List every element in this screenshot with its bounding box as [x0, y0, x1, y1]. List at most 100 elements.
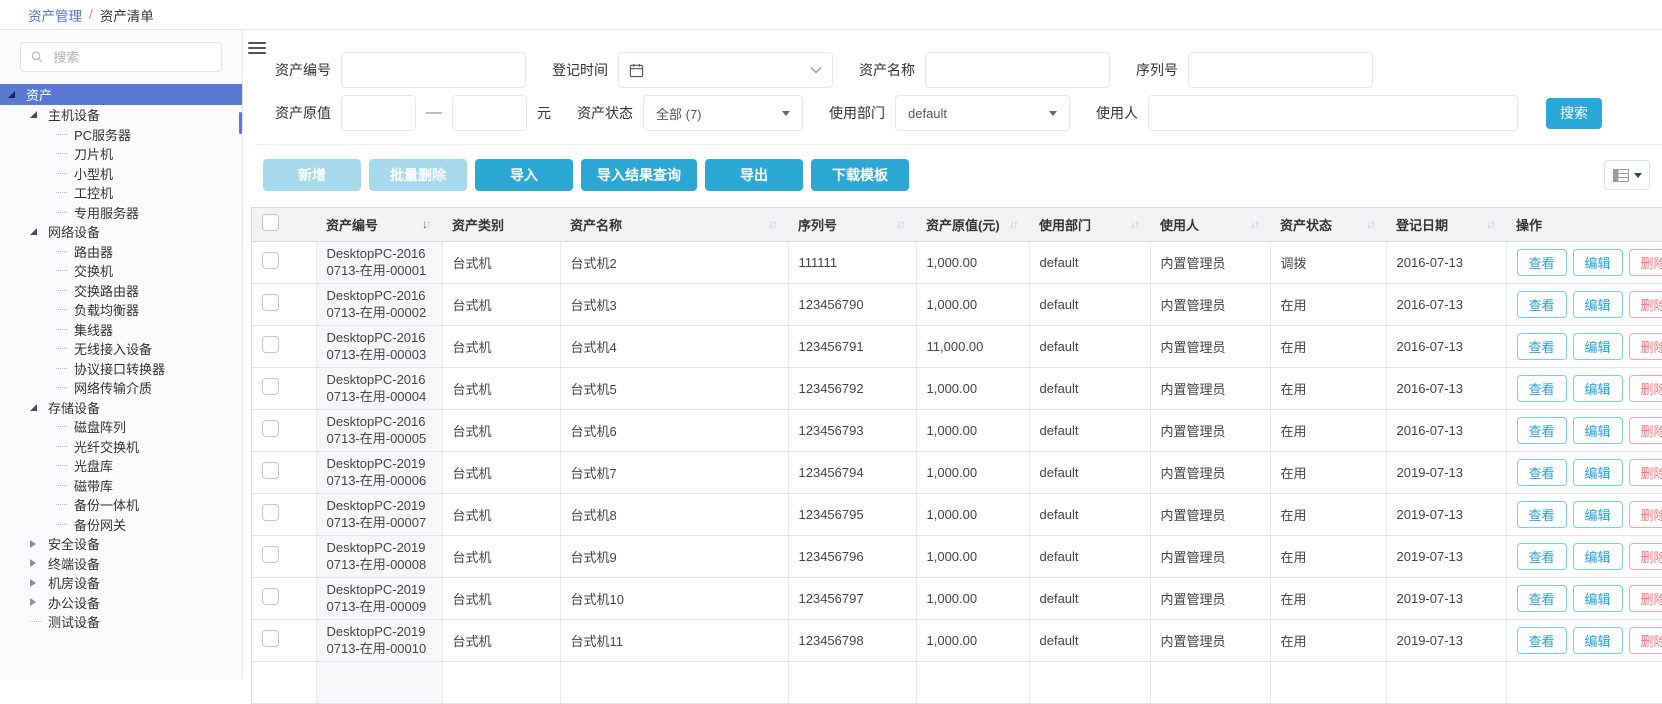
edit-button[interactable]: 编辑	[1573, 249, 1623, 276]
tree-item[interactable]: 工控机	[0, 183, 242, 203]
breadcrumb-section[interactable]: 资产管理	[28, 5, 82, 25]
sidebar-toggle-button[interactable]	[248, 39, 266, 57]
view-button[interactable]: 查看	[1517, 627, 1567, 654]
tree-item[interactable]: 终端设备	[0, 554, 242, 574]
sidebar-scrollbar-thumb[interactable]	[239, 112, 242, 134]
view-button[interactable]: 查看	[1517, 543, 1567, 570]
sidebar-search-input[interactable]	[51, 49, 211, 66]
collapse-icon[interactable]	[8, 91, 21, 98]
department-select[interactable]: default	[895, 95, 1070, 131]
view-button[interactable]: 查看	[1517, 333, 1567, 360]
tree-item[interactable]: 路由器	[0, 242, 242, 262]
column-header[interactable]: 资产名称↓↑	[560, 208, 788, 241]
tree-item[interactable]: 无线接入设备	[0, 339, 242, 359]
column-header[interactable]: 资产状态↓↑	[1270, 208, 1386, 241]
del-button[interactable]: 删除	[1629, 333, 1662, 360]
view-button[interactable]: 查看	[1517, 459, 1567, 486]
asset-name-input[interactable]	[925, 52, 1110, 88]
del-button[interactable]: 删除	[1629, 249, 1662, 276]
tree-item-selected[interactable]: 资产	[0, 84, 242, 105]
row-checkbox[interactable]	[262, 252, 279, 269]
view-button[interactable]: 查看	[1517, 585, 1567, 612]
edit-button[interactable]: 编辑	[1573, 627, 1623, 654]
tree-item[interactable]: 交换路由器	[0, 281, 242, 301]
edit-button[interactable]: 编辑	[1573, 459, 1623, 486]
tree-item[interactable]: 磁带库	[0, 476, 242, 496]
edit-button[interactable]: 编辑	[1573, 501, 1623, 528]
tree-item[interactable]: 备份一体机	[0, 495, 242, 515]
del-button[interactable]: 删除	[1629, 543, 1662, 570]
row-checkbox[interactable]	[262, 504, 279, 521]
toolbar-button[interactable]: 批量删除	[369, 159, 467, 191]
column-header[interactable]: 登记日期↓↑	[1386, 208, 1506, 241]
row-checkbox[interactable]	[262, 546, 279, 563]
serial-no-input[interactable]	[1188, 52, 1373, 88]
tree-item[interactable]: 光纤交换机	[0, 437, 242, 457]
column-header[interactable]: 资产编号↓↑	[316, 208, 442, 241]
del-button[interactable]: 删除	[1629, 375, 1662, 402]
tree-item[interactable]: 光盘库	[0, 456, 242, 476]
edit-button[interactable]: 编辑	[1573, 585, 1623, 612]
del-button[interactable]: 删除	[1629, 501, 1662, 528]
toolbar-button[interactable]: 导出	[705, 159, 803, 191]
asset-no-input[interactable]	[341, 52, 526, 88]
row-checkbox[interactable]	[262, 588, 279, 605]
column-visibility-button[interactable]	[1604, 160, 1650, 190]
asset-status-select[interactable]: 全部 (7)	[643, 95, 803, 131]
expand-icon[interactable]	[30, 540, 43, 548]
tree-item[interactable]: 网络设备	[0, 222, 242, 242]
tree-item[interactable]: 安全设备	[0, 534, 242, 554]
edit-button[interactable]: 编辑	[1573, 543, 1623, 570]
user-input[interactable]	[1148, 95, 1518, 131]
asset-value-to-input[interactable]	[452, 95, 527, 131]
tree-item[interactable]: 网络传输介质	[0, 378, 242, 398]
column-header[interactable]: 使用人↓↑	[1150, 208, 1270, 241]
del-button[interactable]: 删除	[1629, 459, 1662, 486]
tree-item[interactable]: 办公设备	[0, 593, 242, 613]
tree-item[interactable]: PC服务器	[0, 125, 242, 145]
asset-value-from-input[interactable]	[341, 95, 416, 131]
tree-item[interactable]: 专用服务器	[0, 203, 242, 223]
tree-item[interactable]: 负载均衡器	[0, 300, 242, 320]
tree-item[interactable]: 存储设备	[0, 398, 242, 418]
del-button[interactable]: 删除	[1629, 291, 1662, 318]
tree-item[interactable]: 小型机	[0, 164, 242, 184]
collapse-icon[interactable]	[30, 404, 43, 411]
expand-icon[interactable]	[30, 559, 43, 567]
del-button[interactable]: 删除	[1629, 585, 1662, 612]
tree-item[interactable]: 主机设备	[0, 105, 242, 125]
tree-item[interactable]: 磁盘阵列	[0, 417, 242, 437]
view-button[interactable]: 查看	[1517, 249, 1567, 276]
select-all-checkbox[interactable]	[262, 214, 279, 231]
tree-item[interactable]: 备份网关	[0, 515, 242, 535]
toolbar-button[interactable]: 导入结果查询	[581, 159, 697, 191]
expand-icon[interactable]	[30, 579, 43, 587]
row-checkbox[interactable]	[262, 420, 279, 437]
expand-icon[interactable]	[30, 598, 43, 606]
row-checkbox[interactable]	[262, 336, 279, 353]
view-button[interactable]: 查看	[1517, 375, 1567, 402]
toolbar-button[interactable]: 下载模板	[811, 159, 909, 191]
tree-item[interactable]: 测试设备	[0, 612, 242, 632]
row-checkbox[interactable]	[262, 294, 279, 311]
tree-item[interactable]: 交换机	[0, 261, 242, 281]
search-button[interactable]: 搜索	[1546, 98, 1602, 129]
del-button[interactable]: 删除	[1629, 417, 1662, 444]
row-checkbox[interactable]	[262, 630, 279, 647]
register-time-picker[interactable]	[618, 52, 833, 88]
row-checkbox[interactable]	[262, 462, 279, 479]
column-header[interactable]: 资产原值(元)↓↑	[916, 208, 1029, 241]
del-button[interactable]: 删除	[1629, 627, 1662, 654]
column-header[interactable]: 序列号↓↑	[788, 208, 916, 241]
tree-item[interactable]: 刀片机	[0, 144, 242, 164]
tree-item[interactable]: 协议接口转换器	[0, 359, 242, 379]
column-header[interactable]: 使用部门↓↑	[1029, 208, 1150, 241]
edit-button[interactable]: 编辑	[1573, 417, 1623, 444]
row-checkbox[interactable]	[262, 378, 279, 395]
toolbar-button[interactable]: 导入	[475, 159, 573, 191]
view-button[interactable]: 查看	[1517, 501, 1567, 528]
collapse-icon[interactable]	[30, 228, 43, 235]
edit-button[interactable]: 编辑	[1573, 333, 1623, 360]
toolbar-button[interactable]: 新增	[263, 159, 361, 191]
tree-item[interactable]: 集线器	[0, 320, 242, 340]
